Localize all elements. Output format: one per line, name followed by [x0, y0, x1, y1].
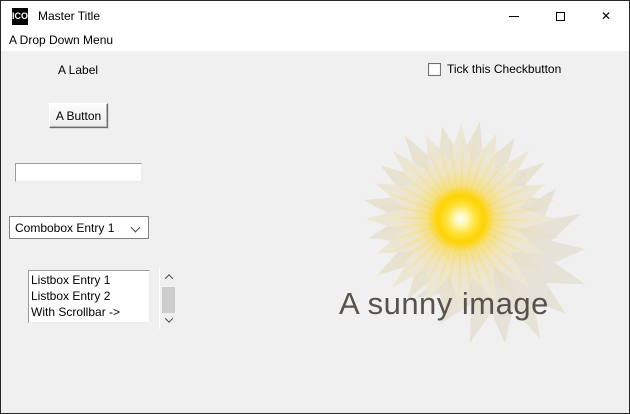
checkbox-box[interactable]	[428, 62, 441, 76]
combobox-value: Combobox Entry 1	[15, 220, 115, 235]
list-item[interactable]: Listbox Entry 2	[31, 288, 149, 304]
image-caption: A sunny image	[339, 286, 549, 321]
text-entry[interactable]	[15, 163, 142, 182]
a-button[interactable]: A Button	[49, 103, 108, 128]
app-icon[interactable]: ICO	[10, 7, 30, 25]
static-label: A Label	[58, 63, 99, 77]
app-window: ICO Master Title ✕ A Drop Down Menu A La…	[0, 0, 630, 414]
sun-glow	[386, 144, 536, 294]
vertical-scrollbar[interactable]	[159, 268, 177, 329]
maximize-button[interactable]	[537, 1, 583, 31]
minimize-icon	[509, 15, 519, 17]
combobox[interactable]: Combobox Entry 1	[9, 216, 149, 239]
menu-bar: A Drop Down Menu	[1, 31, 629, 51]
client-area: A Label A Button Combobox Entry 1 Listbo…	[1, 51, 629, 413]
list-item[interactable]: With Scrollbar ->	[31, 304, 149, 320]
list-item[interactable]: Listbox Entry 1	[31, 272, 149, 288]
window-title: Master Title	[38, 9, 101, 23]
checkbox-label[interactable]: Tick this Checkbutton	[447, 62, 561, 76]
sunny-image: A sunny image	[331, 116, 623, 364]
title-bar[interactable]: ICO Master Title ✕	[1, 1, 629, 31]
window-controls: ✕	[491, 1, 629, 31]
chevron-down-icon	[130, 222, 141, 233]
maximize-icon	[555, 11, 565, 21]
chevron-up-icon	[164, 274, 173, 283]
chevron-down-icon	[164, 314, 173, 323]
close-button[interactable]: ✕	[583, 1, 629, 31]
menu-item-dropdown[interactable]: A Drop Down Menu	[1, 31, 121, 51]
scrollbar-thumb[interactable]	[162, 287, 175, 313]
checkbutton[interactable]: Tick this Checkbutton	[428, 62, 561, 76]
close-icon: ✕	[600, 9, 612, 23]
minimize-button[interactable]	[491, 1, 537, 31]
scroll-down-button[interactable]	[160, 313, 177, 327]
listbox[interactable]: Listbox Entry 1 Listbox Entry 2 With Scr…	[28, 270, 150, 323]
scroll-up-button[interactable]	[160, 270, 177, 284]
